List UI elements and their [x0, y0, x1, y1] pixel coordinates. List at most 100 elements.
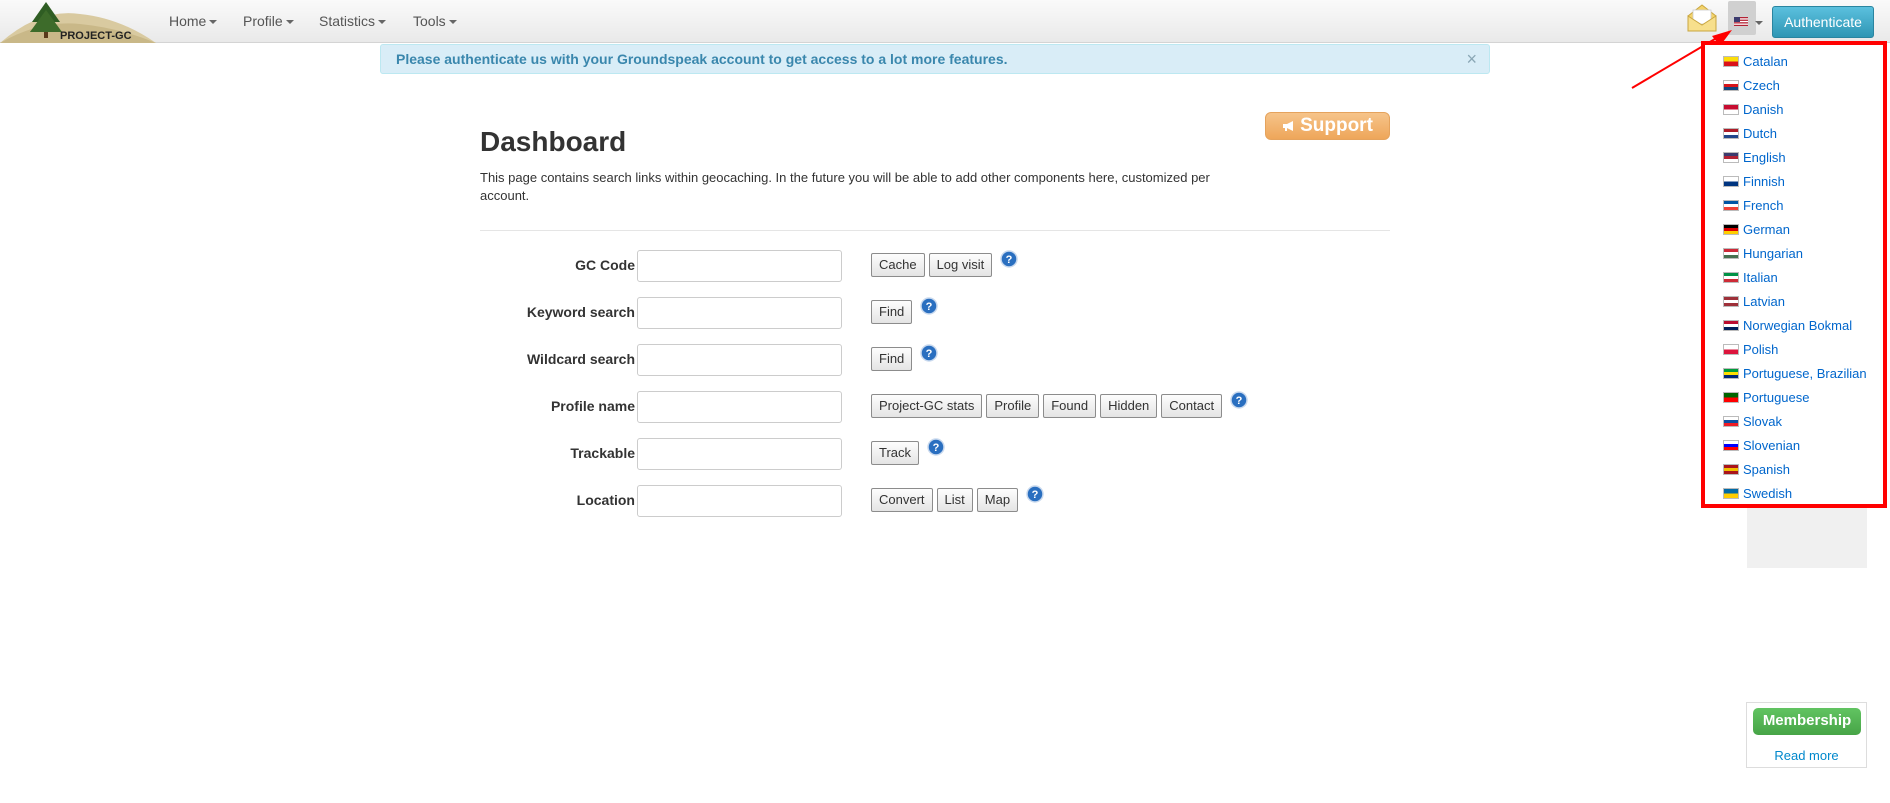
language-item-label: Portuguese, Brazilian — [1743, 365, 1867, 381]
language-item-label: Slovak — [1743, 413, 1783, 429]
wildcard-search-actions: Find ? — [871, 344, 939, 372]
profile-name-label: Profile name — [550, 398, 635, 414]
megaphone-icon — [1283, 121, 1294, 131]
swedish-flag-icon — [1723, 487, 1739, 499]
convert-button[interactable]: Convert — [871, 488, 933, 512]
nav-statistics-label: Statistics — [319, 13, 376, 29]
svg-text:?: ? — [933, 442, 940, 454]
trackable-actions: Track ? — [871, 438, 945, 466]
language-item-italian[interactable]: Italian — [1723, 267, 1778, 287]
svg-text:?: ? — [1006, 254, 1013, 266]
support-button[interactable]: Support — [1265, 112, 1390, 140]
wildcard-search-input[interactable] — [637, 344, 842, 376]
language-item-portuguese[interactable]: Portuguese — [1723, 387, 1810, 407]
membership-box: Membership Read more — [1746, 702, 1867, 768]
danish-flag-icon — [1723, 103, 1739, 115]
language-item-danish[interactable]: Danish — [1723, 99, 1783, 119]
chevron-down-icon — [378, 20, 387, 25]
language-item-english[interactable]: English — [1723, 147, 1786, 167]
keyword-search-input[interactable] — [637, 297, 842, 329]
language-item-french[interactable]: French — [1723, 195, 1783, 215]
search-row-location: Location Convert List Map ? — [480, 484, 1380, 518]
us-flag-icon — [1734, 17, 1748, 26]
help-icon[interactable]: ? — [920, 297, 939, 315]
keyword-find-button[interactable]: Find — [871, 300, 913, 324]
german-flag-icon — [1723, 223, 1739, 235]
finnish-flag-icon — [1723, 175, 1739, 187]
language-item-hungarian[interactable]: Hungarian — [1723, 243, 1803, 263]
profile-name-input[interactable] — [637, 391, 842, 423]
chevron-down-icon[interactable] — [1755, 21, 1763, 25]
search-row-wildcard: Wildcard search Find ? — [480, 343, 1380, 377]
list-button[interactable]: List — [936, 488, 973, 512]
authenticate-button[interactable]: Authenticate — [1772, 6, 1874, 38]
membership-button[interactable]: Membership — [1753, 708, 1861, 735]
help-icon[interactable]: ? — [1230, 391, 1248, 409]
close-icon[interactable]: × — [1466, 45, 1477, 73]
language-item-label: English — [1743, 149, 1786, 165]
gc-code-label: GC Code — [575, 257, 635, 273]
alert-message: Please authenticate us with your Grounds… — [396, 51, 1008, 67]
gc-code-input[interactable] — [637, 250, 842, 282]
language-item-finnish[interactable]: Finnish — [1723, 171, 1785, 191]
language-item-label: Polish — [1743, 341, 1779, 357]
project-gc-logo[interactable]: PROJECT-GC — [0, 0, 156, 43]
language-item-label: Finnish — [1743, 173, 1785, 189]
map-button[interactable]: Map — [976, 488, 1019, 512]
support-label: Support — [1300, 115, 1373, 136]
found-button[interactable]: Found — [1043, 394, 1097, 418]
language-item-label: German — [1743, 221, 1790, 237]
profile-name-actions: Project-GC stats Profile Found Hidden Co… — [871, 391, 1248, 419]
language-item-slovak[interactable]: Slovak — [1723, 411, 1782, 431]
wildcard-find-button[interactable]: Find — [871, 347, 913, 371]
search-row-trackable: Trackable Track ? — [480, 437, 1380, 471]
language-menu: Catalan Czech Danish Dutch English Finnish Fre… — [1701, 41, 1887, 508]
location-actions: Convert List Map ? — [871, 485, 1044, 513]
language-item-swedish[interactable]: Swedish — [1723, 483, 1792, 503]
language-item-norwegian-bokmal[interactable]: Norwegian Bokmal — [1723, 315, 1852, 335]
trackable-label: Trackable — [570, 445, 635, 461]
language-item-polish[interactable]: Polish — [1723, 339, 1778, 359]
language-item-portuguese-brazilian[interactable]: Portuguese, Brazilian — [1723, 363, 1867, 383]
help-icon[interactable]: ? — [1000, 250, 1019, 268]
location-input[interactable] — [637, 485, 842, 517]
french-flag-icon — [1723, 199, 1739, 211]
language-item-label: Catalan — [1743, 53, 1788, 69]
language-item-slovenian[interactable]: Slovenian — [1723, 435, 1800, 455]
nav-tools[interactable]: Tools — [413, 13, 457, 29]
language-item-latvian[interactable]: Latvian — [1723, 291, 1785, 311]
trackable-input[interactable] — [637, 438, 842, 470]
chevron-down-icon — [285, 20, 294, 25]
language-item-label: Czech — [1743, 77, 1780, 93]
svg-text:?: ? — [926, 301, 933, 313]
language-item-dutch[interactable]: Dutch — [1723, 123, 1777, 143]
polish-flag-icon — [1723, 343, 1739, 355]
language-item-german[interactable]: German — [1723, 219, 1790, 239]
language-item-czech[interactable]: Czech — [1723, 75, 1780, 95]
keyword-search-actions: Find ? — [871, 297, 939, 325]
norwegian-bokmal-flag-icon — [1723, 319, 1739, 331]
portuguese-flag-icon — [1723, 391, 1739, 403]
read-more-link[interactable]: Read more — [1747, 748, 1866, 763]
contact-button[interactable]: Contact — [1161, 394, 1223, 418]
nav-home-label: Home — [169, 13, 207, 29]
track-button[interactable]: Track — [871, 441, 920, 465]
cache-button[interactable]: Cache — [871, 253, 925, 277]
language-item-label: Swedish — [1743, 485, 1793, 501]
language-item-catalan[interactable]: Catalan — [1723, 51, 1788, 71]
nav-home[interactable]: Home — [169, 13, 218, 29]
help-icon[interactable]: ? — [927, 438, 945, 456]
nav-statistics[interactable]: Statistics — [319, 13, 387, 29]
hidden-button[interactable]: Hidden — [1100, 394, 1158, 418]
project-gc-stats-button[interactable]: Project-GC stats — [871, 394, 983, 418]
profile-button[interactable]: Profile — [986, 394, 1040, 418]
latvian-flag-icon — [1723, 295, 1739, 307]
log-visit-button[interactable]: Log visit — [928, 253, 993, 277]
dutch-flag-icon — [1723, 127, 1739, 139]
side-panel — [1747, 508, 1867, 568]
nav-profile[interactable]: Profile — [243, 13, 294, 29]
help-icon[interactable]: ? — [1026, 485, 1044, 503]
language-item-spanish[interactable]: Spanish — [1723, 459, 1790, 479]
help-icon[interactable]: ? — [920, 344, 939, 362]
divider — [480, 230, 1390, 231]
